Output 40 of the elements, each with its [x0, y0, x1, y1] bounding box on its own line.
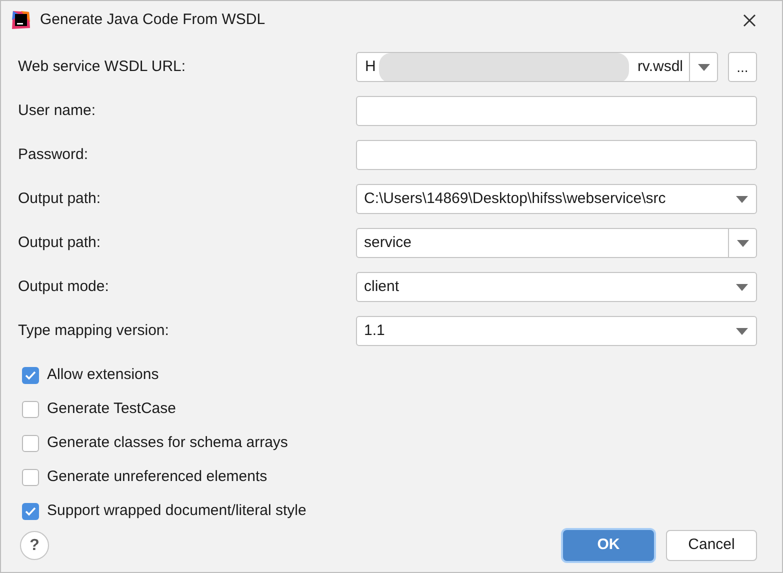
field-label: Output path:: [18, 188, 102, 209]
checkbox-label: Generate TestCase: [47, 398, 176, 419]
text-field[interactable]: [356, 96, 757, 126]
checkbox[interactable]: [22, 400, 39, 418]
dropdown-arrow-icon: [736, 328, 748, 334]
url-start-text: H: [364, 56, 376, 77]
checkmark-icon: [25, 370, 36, 380]
field-label: User name:: [18, 100, 97, 121]
dropdown-arrow-icon: [736, 196, 748, 202]
checkbox[interactable]: [22, 502, 39, 520]
url-end-text: rv.wsdl: [637, 56, 684, 77]
checkbox-label: Support wrapped document/literal style: [47, 500, 306, 521]
dropdown-arrow-icon: [736, 240, 748, 246]
window-title: Generate Java Code From WSDL: [40, 10, 266, 30]
text-field[interactable]: [356, 140, 757, 170]
url-combo-field[interactable]: H rv.wsdl: [356, 52, 718, 82]
close-icon[interactable]: [743, 14, 756, 26]
help-button[interactable]: ?: [20, 531, 49, 560]
browse-button[interactable]: ...: [728, 52, 757, 82]
checkbox-label: Generate unreferenced elements: [47, 466, 268, 487]
checkbox-label: Generate classes for schema arrays: [47, 432, 288, 453]
dropdown-arrow-icon: [736, 284, 748, 290]
field-label: Output path:: [18, 232, 102, 253]
checkmark-icon: [25, 506, 36, 516]
dropdown-arrow-icon: [698, 64, 710, 70]
checkbox[interactable]: [22, 366, 39, 384]
dropdown-field[interactable]: 1.1: [356, 316, 757, 346]
app-logo-icon: [11, 10, 31, 30]
checkbox[interactable]: [22, 468, 39, 486]
cancel-button[interactable]: Cancel: [666, 530, 757, 561]
checkbox-label: Allow extensions: [47, 364, 159, 385]
field-label: Web service WSDL URL:: [18, 56, 187, 77]
dropdown-field[interactable]: C:\Users\14869\Desktop\hifss\webservice\src: [356, 184, 757, 214]
combo-field[interactable]: service: [356, 228, 757, 258]
field-label: Type mapping version:: [18, 320, 170, 341]
dropdown-field[interactable]: client: [356, 272, 757, 302]
field-label: Output mode:: [18, 276, 110, 297]
field-label: Password:: [18, 144, 90, 165]
checkbox[interactable]: [22, 434, 39, 452]
ok-button[interactable]: OK: [563, 530, 654, 561]
